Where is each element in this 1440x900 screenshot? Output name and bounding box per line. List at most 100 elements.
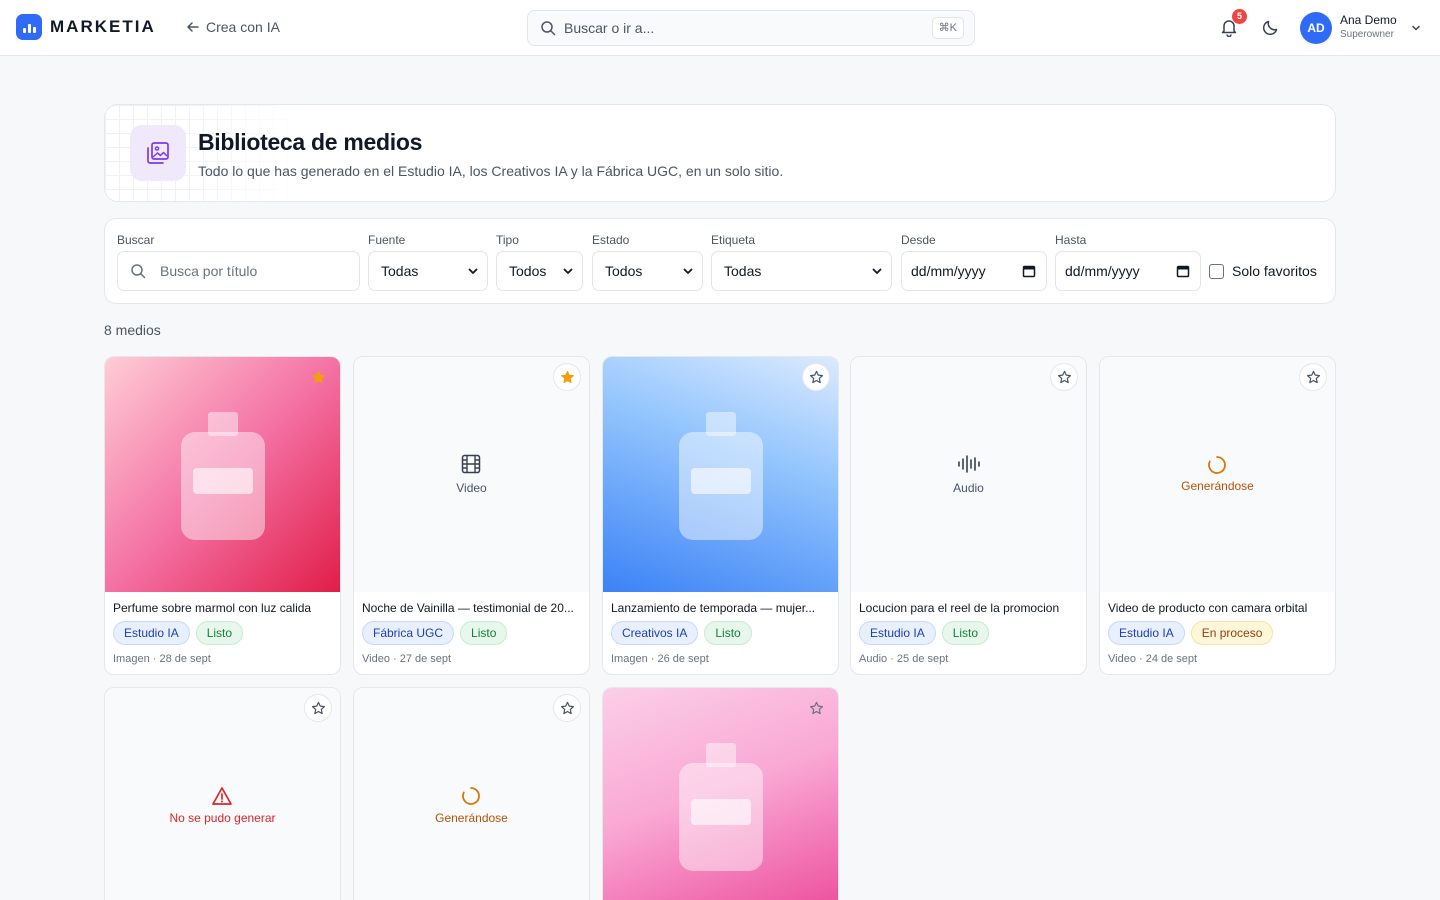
filter-bar: Buscar Busca por título Fuente Todas Tip… [104,218,1336,304]
star-filled-icon [311,370,325,383]
type-filter-label: Tipo [496,233,519,247]
arrow-left-icon [187,22,199,32]
star-outline-icon [311,701,325,714]
media-card[interactable]: Generándose [353,687,590,900]
from-date-value: dd/mm/yyyy [911,263,986,279]
favorites-label: Solo favoritos [1232,263,1317,279]
status-filter-label: Estado [592,233,630,247]
bottle-image [679,743,763,871]
page-title: Biblioteca de medios [198,129,423,155]
avatar[interactable]: AD [1300,12,1332,44]
source-chip: Estudio IA [1108,621,1185,645]
title-search-input[interactable]: Busca por título [117,251,360,291]
source-chip: Estudio IA [113,621,190,645]
top-bar: MARKETIA Crea con IA Buscar o ir a... ⌘K… [0,0,1440,56]
media-card[interactable]: Lanzamiento de temporada — mujer... Crea… [602,356,839,675]
gallery-icon [130,125,186,181]
page-header: Biblioteca de medios Todo lo que has gen… [104,104,1336,202]
film-icon [461,454,481,474]
chevron-down-icon [683,268,693,274]
chevron-down-icon [468,268,478,274]
user-name[interactable]: Ana Demo [1340,13,1397,27]
status-badge: Listo [195,621,244,645]
search-icon [541,21,556,36]
from-date-input[interactable]: dd/mm/yyyy [901,251,1047,291]
to-date-input[interactable]: dd/mm/yyyy [1055,251,1201,291]
media-thumbnail[interactable]: No se pudo generar [105,688,340,900]
tag-select[interactable]: Todas [711,251,892,291]
moon-icon[interactable] [1262,18,1280,36]
favorite-button[interactable] [553,363,581,391]
spinner-icon [1208,456,1226,474]
star-filled-icon [560,370,574,383]
favorite-button[interactable] [304,363,332,391]
media-thumbnail[interactable]: Video [354,357,589,592]
media-thumbnail[interactable]: Audio [851,357,1086,592]
to-date-label: Hasta [1055,233,1087,247]
thumbnail-label: Generándose [435,811,508,825]
favorite-button[interactable] [1050,363,1078,391]
favorite-button[interactable] [802,363,830,391]
media-title: Lanzamiento de temporada — mujer... [611,601,816,615]
tag-select-value: Todas [724,263,762,279]
calendar-icon[interactable] [1022,264,1036,278]
thumbnail-label: Audio [953,481,984,495]
media-card[interactable]: Audio Locucion para el reel de la promoc… [850,356,1087,675]
star-outline-icon [1057,370,1071,383]
source-select[interactable]: Todas [368,251,488,291]
media-meta: Video · 24 de sept [1108,653,1198,665]
status-badge: Listo [941,621,990,645]
results-count: 8 medios [104,322,161,338]
source-chip: Creativos IA [611,621,699,645]
chevron-down-icon [563,268,573,274]
thumbnail-label: No se pudo generar [169,811,276,825]
calendar-icon[interactable] [1176,264,1190,278]
favorite-button[interactable] [802,694,830,722]
star-outline-icon [1306,370,1320,383]
media-title: Locucion para el reel de la promocion [859,601,1060,615]
favorite-button[interactable] [553,694,581,722]
media-card[interactable] [602,687,839,900]
media-thumbnail[interactable] [603,357,838,592]
chevron-down-icon[interactable] [1410,22,1422,34]
brand-logo[interactable]: MARKETIA [16,14,156,40]
back-link[interactable]: Crea con IA [186,19,280,35]
tag-filter-label: Etiqueta [711,233,756,247]
to-date-value: dd/mm/yyyy [1065,263,1140,279]
star-outline-icon [809,701,823,714]
favorite-button[interactable] [304,694,332,722]
back-link-label: Crea con IA [206,19,280,35]
source-filter-label: Fuente [368,233,406,247]
media-thumbnail[interactable]: Generándose [354,688,589,900]
source-select-value: Todas [381,263,419,279]
media-title: Perfume sobre marmol con luz calida [113,601,312,615]
global-search-input[interactable]: Buscar o ir a... ⌘K [527,10,975,46]
favorites-checkbox[interactable] [1209,263,1224,279]
global-search-placeholder: Buscar o ir a... [564,20,655,36]
media-meta: Video · 27 de sept [362,653,452,665]
media-card[interactable]: Video Noche de Vainilla — testimonial de… [353,356,590,675]
media-card[interactable]: No se pudo generar [104,687,341,900]
brand-name: MARKETIA [50,17,156,36]
user-role: Superowner [1340,29,1394,40]
media-thumbnail[interactable]: Generándose [1100,357,1335,592]
media-thumbnail[interactable] [105,357,340,592]
favorites-only-toggle[interactable]: Solo favoritos [1209,263,1317,279]
spinner-icon [462,787,480,805]
media-meta: Imagen · 26 de sept [611,653,709,665]
media-card[interactable]: Generándose Video de producto con camara… [1099,356,1336,675]
type-select-value: Todos [509,263,547,279]
thumbnail-label: Generándose [1181,479,1254,493]
status-select[interactable]: Todos [592,251,703,291]
favorite-button[interactable] [1299,363,1327,391]
type-select[interactable]: Todos [496,251,583,291]
star-outline-icon [809,370,823,383]
shortcut-hint: ⌘K [931,17,964,39]
media-card[interactable]: Perfume sobre marmol con luz calida Estu… [104,356,341,675]
logo-icon [16,14,42,40]
status-badge: En proceso [1190,621,1274,645]
from-date-label: Desde [901,233,936,247]
media-thumbnail[interactable] [603,688,838,900]
title-search-placeholder: Busca por título [160,263,258,279]
audio-waveform-icon [958,455,980,473]
